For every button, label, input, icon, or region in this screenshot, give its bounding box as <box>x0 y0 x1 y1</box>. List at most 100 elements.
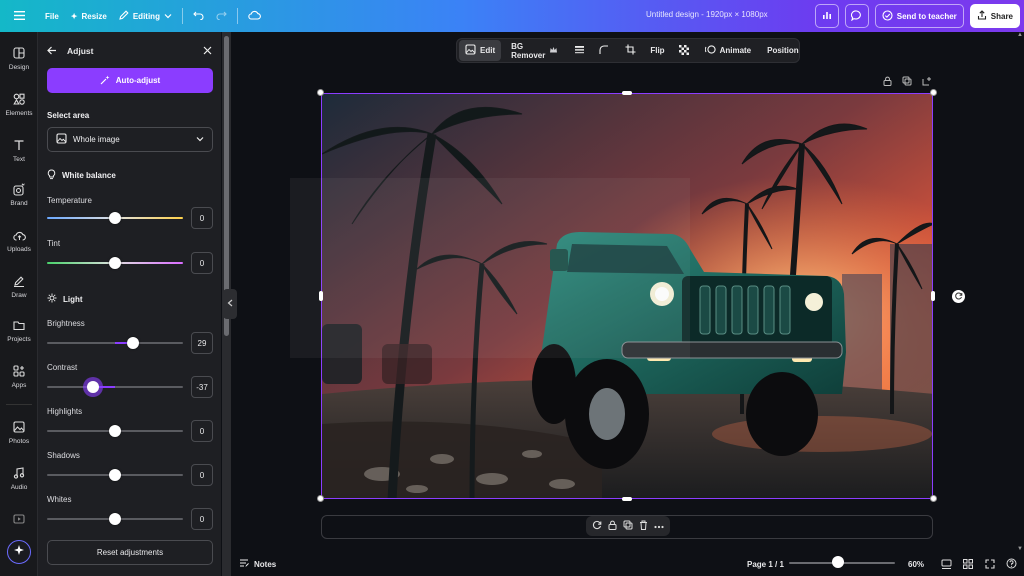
undo-button[interactable] <box>187 4 210 28</box>
select-area-dropdown[interactable]: Whole image <box>47 127 213 152</box>
comments-button[interactable] <box>844 4 869 28</box>
notes-icon <box>239 558 249 570</box>
brightness-thumb[interactable] <box>127 337 139 349</box>
flip-button[interactable]: Flip <box>644 40 670 61</box>
resize-handle-top-right[interactable] <box>930 89 937 96</box>
back-arrow-icon[interactable] <box>47 46 57 57</box>
document-title[interactable]: Untitled design - 1920px × 1080px <box>646 10 768 19</box>
corner-rounding-button[interactable] <box>593 40 615 61</box>
border-style-button[interactable] <box>568 40 591 61</box>
add-page-icon[interactable] <box>922 76 932 88</box>
rail-item-videos[interactable] <box>0 512 38 526</box>
edit-image-button[interactable]: Edit <box>459 40 502 61</box>
rail-item-audio[interactable]: Audio <box>0 466 38 491</box>
highlights-thumb[interactable] <box>109 425 121 437</box>
tint-value-input[interactable]: 0 <box>191 252 213 274</box>
pages-view-icon[interactable] <box>941 559 952 572</box>
editing-mode-dropdown[interactable]: Editing <box>113 4 178 28</box>
resize-handle-bottom-right[interactable] <box>930 495 937 502</box>
temperature-thumb[interactable] <box>109 212 121 224</box>
top-bar: File ✦ Resize Editing Untitled design - … <box>0 0 1024 32</box>
whites-value-input[interactable]: 0 <box>191 508 213 530</box>
resize-handle-top-left[interactable] <box>317 89 324 96</box>
redo-button[interactable] <box>210 4 233 28</box>
resize-handle-bottom[interactable] <box>622 497 632 501</box>
canvas-scrollbar[interactable]: ▲ ▼ <box>1016 32 1024 552</box>
resize-handle-top[interactable] <box>622 91 632 95</box>
highlights-value-input[interactable]: 0 <box>191 420 213 442</box>
page-indicator[interactable]: Page 1 / 1 <box>747 560 784 569</box>
rail-item-projects[interactable]: Projects <box>0 318 38 343</box>
cloud-save-button[interactable] <box>242 4 267 28</box>
brightness-slider[interactable] <box>47 337 183 349</box>
lock-icon[interactable] <box>608 520 617 532</box>
contrast-thumb[interactable] <box>87 381 99 393</box>
zoom-percent[interactable]: 60% <box>908 560 924 569</box>
chevron-left-icon <box>227 299 233 309</box>
send-to-teacher-button[interactable]: Send to teacher <box>874 4 964 28</box>
position-button[interactable]: Position <box>761 40 805 61</box>
sparkle-icon <box>13 543 25 561</box>
animate-button[interactable]: Animate <box>699 40 758 61</box>
share-button[interactable]: Share <box>969 4 1020 28</box>
whites-thumb[interactable] <box>109 513 121 525</box>
resize-handle-bottom-left[interactable] <box>317 495 324 502</box>
text-icon <box>12 138 26 152</box>
rail-label: Uploads <box>7 246 31 253</box>
tint-slider[interactable] <box>47 257 183 269</box>
rail-item-photos[interactable]: Photos <box>0 420 38 445</box>
collapse-panel-button[interactable] <box>223 289 237 319</box>
auto-adjust-button[interactable]: Auto-adjust <box>47 68 213 93</box>
shadows-value-input[interactable]: 0 <box>191 464 213 486</box>
temperature-value-input[interactable]: 0 <box>191 207 213 229</box>
help-icon[interactable] <box>1006 558 1017 571</box>
zoom-slider-thumb[interactable] <box>832 556 844 568</box>
resize-handle-left[interactable] <box>319 291 323 301</box>
duplicate-icon[interactable] <box>902 76 912 88</box>
rail-item-draw[interactable]: Draw <box>0 274 38 299</box>
bg-remover-button[interactable]: BG Remover <box>505 40 564 61</box>
transparency-button[interactable] <box>673 40 695 61</box>
contrast-value-input[interactable]: -37 <box>191 376 213 398</box>
rail-item-uploads[interactable]: Uploads <box>0 228 38 253</box>
close-icon[interactable] <box>203 46 212 57</box>
rotate-handle[interactable] <box>952 290 965 303</box>
refresh-icon[interactable] <box>592 520 602 532</box>
scroll-down-arrow[interactable]: ▼ <box>1017 546 1023 552</box>
shadows-slider[interactable] <box>47 469 183 481</box>
tint-thumb[interactable] <box>109 257 121 269</box>
rail-label: Audio <box>10 484 28 491</box>
trash-icon[interactable] <box>639 520 648 532</box>
brightness-value-input[interactable]: 29 <box>191 332 213 354</box>
scroll-up-arrow[interactable]: ▲ <box>1017 32 1023 38</box>
lock-icon[interactable] <box>883 76 892 88</box>
crop-button[interactable] <box>619 40 642 61</box>
redo-icon <box>216 10 227 22</box>
insights-button[interactable] <box>814 4 839 28</box>
contrast-slider[interactable] <box>47 381 183 393</box>
adjust-panel: Adjust Auto-adjust Select area Whole ima… <box>38 32 221 576</box>
duplicate-icon[interactable] <box>623 520 633 532</box>
rail-item-brand[interactable]: Brand <box>0 182 38 207</box>
rail-item-text[interactable]: Text <box>0 138 38 163</box>
highlights-slider[interactable] <box>47 425 183 437</box>
rail-item-elements[interactable]: Elements <box>0 92 38 117</box>
notes-button[interactable]: Notes <box>239 558 276 570</box>
rail-item-apps[interactable]: Apps <box>0 364 38 389</box>
menu-button[interactable] <box>8 4 31 28</box>
resize-button[interactable]: ✦ Resize <box>65 4 113 28</box>
magic-assistant-button[interactable] <box>7 540 31 564</box>
reset-adjustments-button[interactable]: Reset adjustments <box>47 540 213 565</box>
whites-slider[interactable] <box>47 513 183 525</box>
rail-item-design[interactable]: Design <box>0 46 38 71</box>
temperature-slider[interactable] <box>47 212 183 224</box>
highlights-label: Highlights <box>47 407 83 416</box>
file-menu[interactable]: File <box>39 4 65 28</box>
grid-view-icon[interactable] <box>963 559 973 571</box>
status-bar: Notes Page 1 / 1 60% <box>231 552 1024 576</box>
shadows-thumb[interactable] <box>109 469 121 481</box>
fullscreen-icon[interactable] <box>985 559 995 571</box>
shadows-label: Shadows <box>47 451 80 460</box>
more-options-icon[interactable] <box>654 522 664 531</box>
resize-handle-right[interactable] <box>931 291 935 301</box>
